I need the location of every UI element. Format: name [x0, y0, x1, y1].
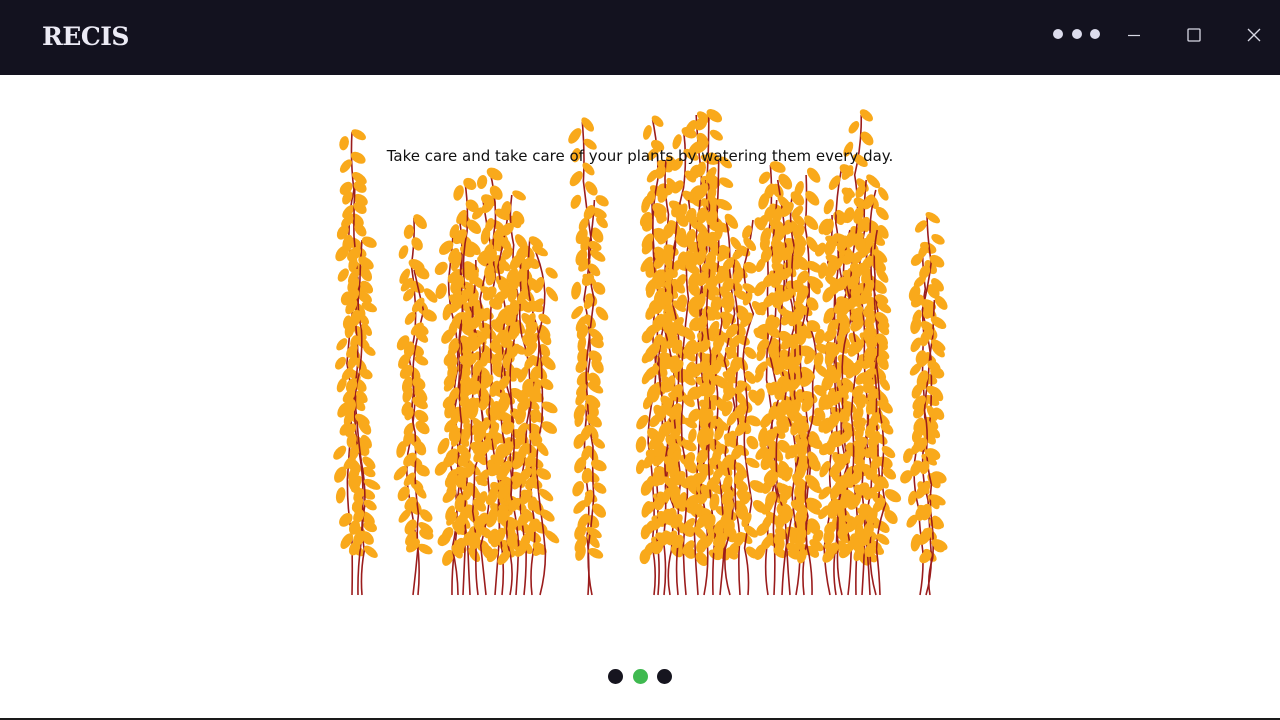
slide-caption: Take care and take care of your plants b…	[386, 147, 894, 165]
close-button[interactable]	[1239, 20, 1269, 50]
more-options-icon-dot	[1090, 29, 1100, 39]
pager-dot[interactable]	[632, 669, 648, 684]
more-options-button[interactable]	[1051, 26, 1103, 42]
more-options-icon-dot	[1072, 29, 1082, 39]
plant-stems-illustration	[333, 109, 948, 596]
plant-stem	[399, 266, 438, 596]
minimize-icon	[1128, 34, 1140, 37]
slide-pager	[605, 668, 677, 686]
more-options-icon	[1053, 29, 1063, 39]
title-bar: RECIS	[0, 0, 1280, 75]
pager-dot[interactable]	[608, 669, 623, 684]
maximize-button[interactable]	[1179, 20, 1209, 50]
app-logo: RECIS	[42, 22, 129, 51]
maximize-icon	[1187, 28, 1201, 42]
pager-dot[interactable]	[657, 669, 672, 684]
close-icon	[1247, 28, 1261, 42]
minimize-button[interactable]	[1119, 20, 1149, 50]
plant-illustration	[300, 100, 980, 600]
